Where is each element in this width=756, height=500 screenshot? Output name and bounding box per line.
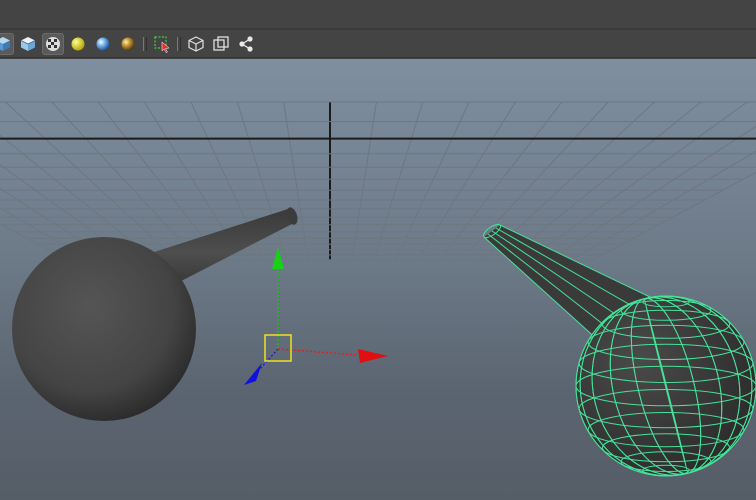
y-axis-arrow[interactable] bbox=[272, 247, 284, 269]
maya-viewport-window bbox=[0, 0, 756, 500]
share-nodes-icon bbox=[237, 35, 255, 53]
viewport-scene[interactable] bbox=[0, 59, 756, 500]
viewport-toolbar bbox=[0, 30, 756, 58]
cube-blue-icon bbox=[0, 35, 12, 53]
wireframe-cube-button[interactable] bbox=[185, 33, 207, 55]
checker-texture-icon bbox=[44, 35, 62, 53]
x-axis-handle-line bbox=[277, 348, 359, 356]
grid-line bbox=[0, 164, 133, 261]
grid-line bbox=[549, 125, 756, 261]
yellow-light-sphere-button[interactable] bbox=[67, 33, 89, 55]
grid-line bbox=[593, 171, 756, 261]
cube-white-icon bbox=[19, 35, 37, 53]
grid-line bbox=[0, 187, 111, 261]
z-axis-arrow[interactable] bbox=[244, 363, 262, 385]
grid-line bbox=[373, 101, 424, 260]
grid-line bbox=[5, 101, 177, 261]
blue-sphere-icon bbox=[94, 35, 112, 53]
gold-sphere-icon bbox=[119, 35, 137, 53]
ground-grid bbox=[0, 101, 756, 261]
checker-texture-button[interactable] bbox=[42, 32, 64, 55]
overlap-squares-icon bbox=[212, 35, 230, 53]
cube-blue-button[interactable] bbox=[0, 32, 14, 55]
top-menu-bar bbox=[0, 0, 756, 30]
grid-line bbox=[351, 101, 377, 260]
cube-white-button[interactable] bbox=[17, 33, 39, 55]
toolbar-separator bbox=[142, 34, 148, 54]
z-axis-handle-line bbox=[257, 348, 279, 372]
overlap-squares-button[interactable] bbox=[210, 33, 232, 55]
grid-line bbox=[0, 207, 89, 261]
gold-sphere-button[interactable] bbox=[117, 33, 139, 55]
wireframe-cube-icon bbox=[187, 35, 205, 53]
blue-sphere-button[interactable] bbox=[92, 33, 114, 55]
x-axis-arrow[interactable] bbox=[358, 349, 388, 363]
grid-line bbox=[283, 101, 309, 260]
select-region-icon bbox=[153, 35, 171, 53]
3d-viewport[interactable] bbox=[0, 59, 756, 500]
move-manipulator[interactable] bbox=[244, 247, 388, 385]
gray-sphere-shape bbox=[12, 237, 196, 421]
selected-wireframe-object[interactable] bbox=[482, 222, 756, 495]
share-nodes-button[interactable] bbox=[235, 33, 257, 55]
grid-line bbox=[571, 150, 756, 261]
select-region-button[interactable] bbox=[151, 33, 173, 55]
toolbar-separator bbox=[176, 34, 182, 54]
yellow-light-sphere-icon bbox=[69, 35, 87, 53]
